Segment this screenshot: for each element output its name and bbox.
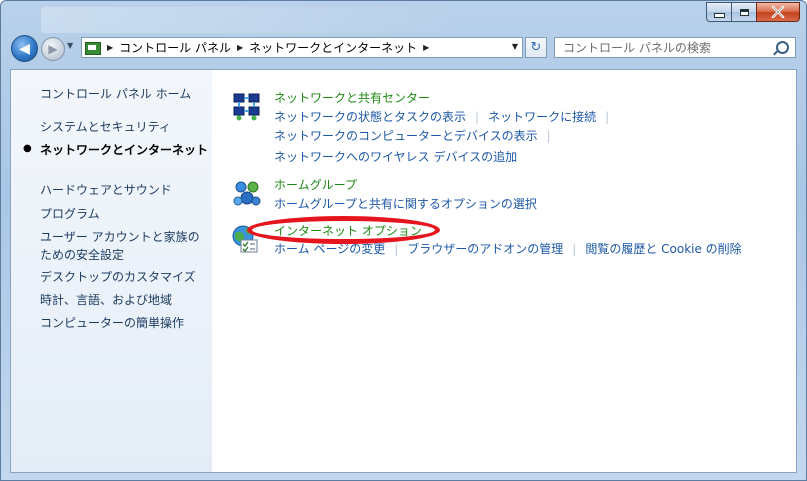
chevron-right-icon[interactable]: ▶ (107, 43, 113, 52)
task-separator: | (546, 129, 551, 143)
recent-pages-dropdown[interactable]: ▼ (67, 41, 73, 50)
task-view-network-status[interactable]: ネットワークの状態とタスクの表示 (274, 108, 466, 126)
network-sharing-icon[interactable] (231, 90, 263, 122)
control-panel-icon (85, 41, 101, 55)
search-box[interactable] (554, 37, 796, 58)
highlight-annotation (247, 216, 440, 244)
back-arrow-icon: ◀ (19, 40, 30, 57)
maximize-icon (739, 8, 749, 16)
task-delete-history-cookies[interactable]: 閲覧の履歴と Cookie の削除 (585, 240, 741, 258)
active-bullet-icon: ● (23, 143, 32, 154)
search-icon[interactable] (776, 41, 789, 54)
task-row: ホームグループと共有に関するオプションの選択 (274, 195, 537, 213)
close-button[interactable] (756, 2, 800, 22)
sidebar-item-network-internet[interactable]: ネットワークとインターネット (40, 141, 210, 159)
address-dropdown-icon[interactable]: ▼ (512, 42, 518, 51)
task-row: ネットワークへのワイヤレス デバイスの追加 (274, 148, 517, 166)
task-row: ネットワークの状態とタスクの表示 | ネットワークに接続 | (274, 108, 618, 126)
task-separator: | (394, 242, 399, 256)
refresh-button[interactable]: ↻ (525, 37, 547, 58)
task-separator: | (572, 242, 577, 256)
forward-arrow-icon: ▶ (48, 42, 58, 56)
search-input[interactable] (561, 39, 775, 56)
task-separator: | (475, 110, 480, 124)
minimize-button[interactable] (706, 2, 731, 22)
minimize-icon (713, 12, 725, 18)
back-button[interactable]: ◀ (11, 35, 38, 62)
sidebar: コントロール パネル ホーム システムとセキュリティ ● ネットワークとインター… (11, 70, 212, 472)
sidebar-item-hardware-sound[interactable]: ハードウェアとサウンド (40, 181, 172, 199)
sidebar-item-home[interactable]: コントロール パネル ホーム (40, 85, 191, 103)
category-content: ネットワークと共有センター ネットワークの状態とタスクの表示 | ネットワークに… (231, 70, 796, 472)
homegroup-icon[interactable] (231, 178, 263, 210)
main-panel: コントロール パネル ホーム システムとセキュリティ ● ネットワークとインター… (10, 69, 797, 473)
sidebar-item-clock-language[interactable]: 時計、言語、および地域 (40, 291, 172, 309)
maximize-button[interactable] (731, 2, 756, 22)
task-view-network-computers[interactable]: ネットワークのコンピューターとデバイスの表示 (274, 127, 538, 145)
sidebar-item-ease-of-access[interactable]: コンピューターの簡単操作 (40, 314, 184, 332)
sidebar-item-system-security[interactable]: システムとセキュリティ (40, 118, 171, 136)
close-icon (771, 6, 785, 18)
title-bar-glass (41, 7, 461, 33)
task-connect-to-network[interactable]: ネットワークに接続 (488, 108, 596, 126)
task-row: ネットワークのコンピューターとデバイスの表示 | (274, 127, 560, 145)
sidebar-item-programs[interactable]: プログラム (40, 205, 100, 223)
task-homegroup-sharing-options[interactable]: ホームグループと共有に関するオプションの選択 (274, 195, 537, 213)
category-network-sharing-center[interactable]: ネットワークと共有センター (274, 89, 430, 107)
task-separator: | (605, 110, 610, 124)
control-panel-window: ◀ ▶ ▼ ▶ コントロール パネル ▶ ネットワークとインターネット ▶ ▼ … (0, 0, 807, 481)
breadcrumb-network-internet[interactable]: ネットワークとインターネット (249, 39, 417, 56)
caption-buttons (706, 2, 800, 22)
sidebar-item-appearance[interactable]: デスクトップのカスタマイズ (40, 268, 196, 286)
task-manage-browser-addons[interactable]: ブラウザーのアドオンの管理 (407, 240, 563, 258)
category-homegroup[interactable]: ホームグループ (274, 176, 357, 194)
chevron-right-icon[interactable]: ▶ (423, 43, 429, 52)
address-bar[interactable]: ▶ コントロール パネル ▶ ネットワークとインターネット ▶ ▼ (81, 37, 523, 58)
chevron-right-icon[interactable]: ▶ (237, 43, 243, 52)
navigation-bar: ◀ ▶ ▼ ▶ コントロール パネル ▶ ネットワークとインターネット ▶ ▼ … (1, 31, 806, 65)
sidebar-item-user-accounts[interactable]: ユーザー アカウントと家族のための安全設定 (40, 228, 210, 264)
forward-button[interactable]: ▶ (41, 37, 65, 61)
refresh-icon: ↻ (530, 40, 542, 55)
task-add-wireless-device[interactable]: ネットワークへのワイヤレス デバイスの追加 (274, 148, 517, 166)
breadcrumb-control-panel[interactable]: コントロール パネル (119, 39, 231, 56)
